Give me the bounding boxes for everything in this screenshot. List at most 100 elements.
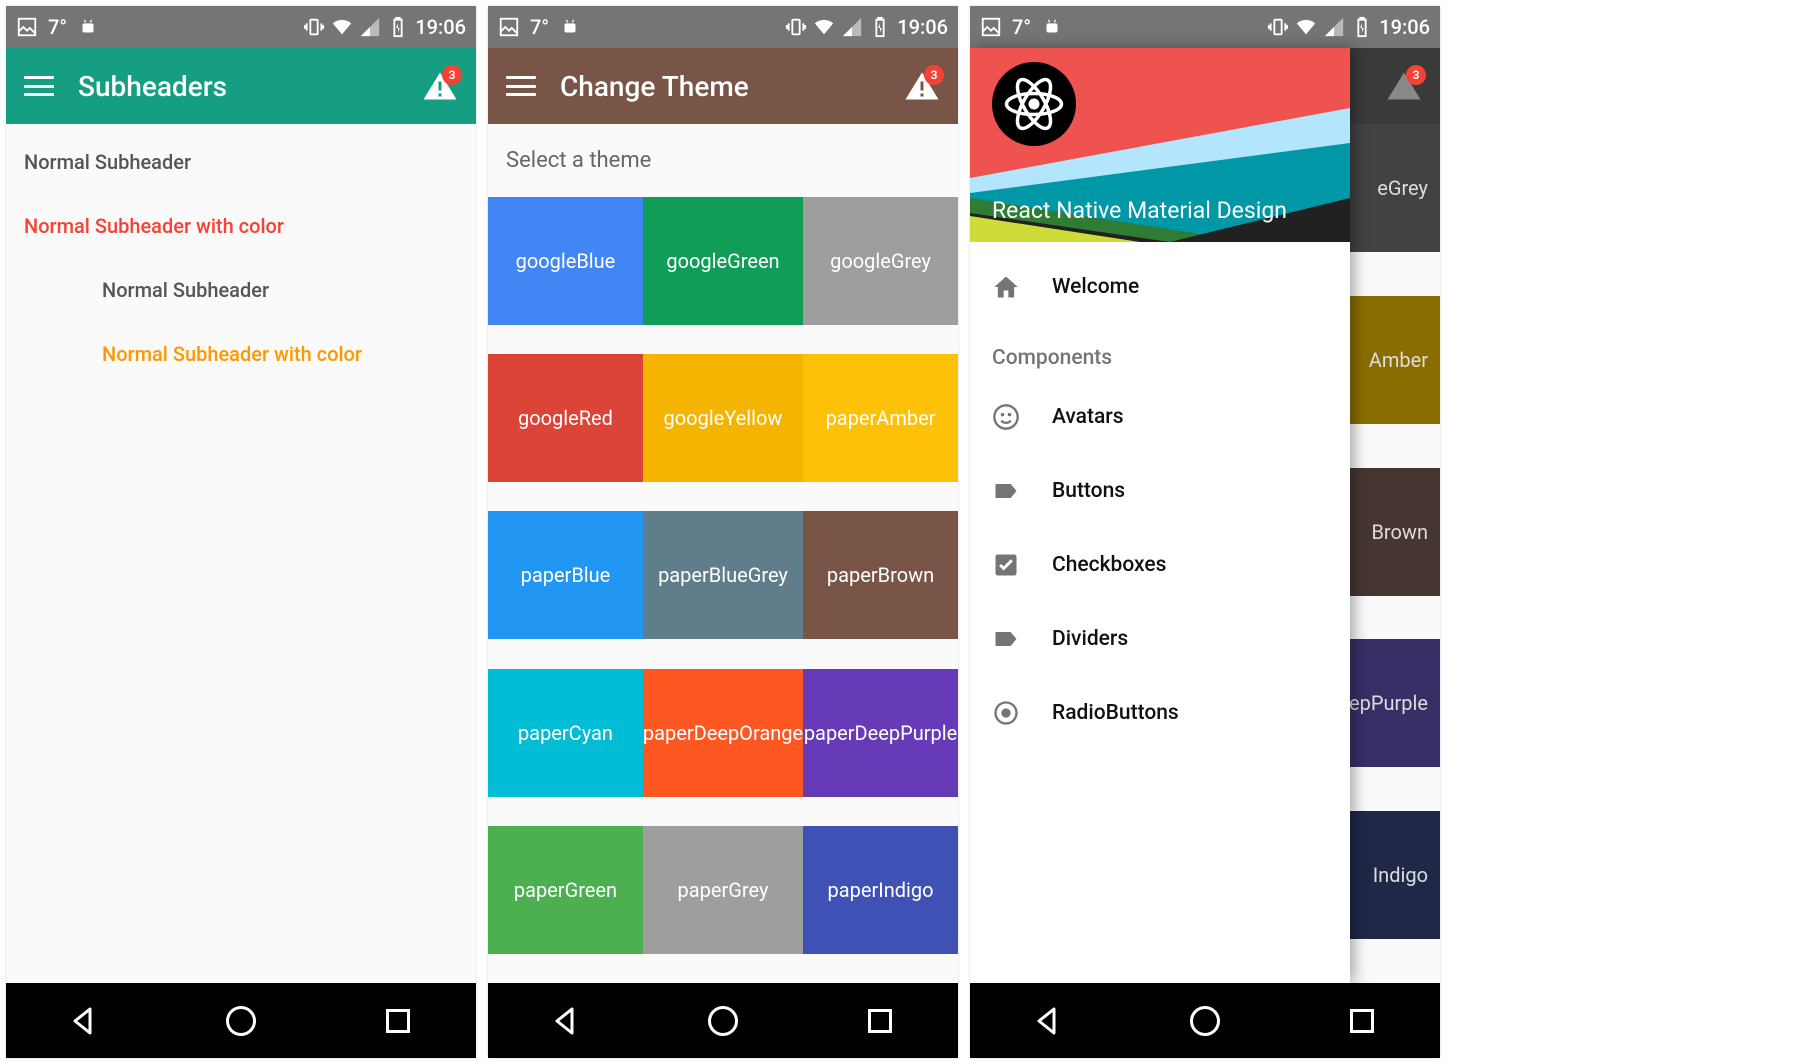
clock-label: 19:06 (1379, 15, 1430, 39)
screen-subheaders: 7° 19:06 Subheaders 3 Normal SubheaderNo… (6, 6, 476, 1058)
vibrate-icon (785, 16, 807, 38)
home-button[interactable] (1187, 1003, 1223, 1039)
theme-option-paperBlueGrey[interactable]: paperBlueGrey (643, 511, 803, 639)
theme-option-paperBrown[interactable]: paperBrown (803, 511, 958, 639)
theme-grid: googleBluegoogleGreengoogleGrey googleRed… (488, 197, 958, 983)
drawer-section-label: Components (970, 324, 1350, 380)
back-button[interactable] (66, 1003, 102, 1039)
picture-icon (498, 16, 520, 38)
navigation-drawer: React Native Material Design Welcome Com… (970, 48, 1350, 983)
theme-option-googleGrey[interactable]: googleGrey (803, 197, 958, 325)
subheader-item: Normal Subheader (6, 130, 476, 194)
theme-option-googleRed[interactable]: googleRed (488, 354, 643, 482)
screen-drawer: 7° 19:06 3 eGreyAmberBrownepPurpleIndigo (970, 6, 1440, 1058)
battery-icon (387, 16, 409, 38)
android-icon (77, 16, 99, 38)
drawer-title: React Native Material Design (992, 197, 1287, 224)
wifi-icon (331, 16, 353, 38)
badge-count: 3 (924, 65, 944, 85)
drawer-item-label: Dividers (1052, 627, 1128, 651)
status-bar: 7° 19:06 (6, 6, 476, 48)
warning-badge[interactable]: 3 (422, 71, 458, 101)
page-title: Change Theme (560, 70, 749, 103)
back-button[interactable] (1030, 1003, 1066, 1039)
temperature-label: 7° (1012, 15, 1031, 39)
subheader-list: Normal SubheaderNormal Subheader with co… (6, 124, 476, 392)
vibrate-icon (303, 16, 325, 38)
drawer-header: React Native Material Design (970, 48, 1350, 242)
recent-button[interactable] (862, 1003, 898, 1039)
battery-icon (1351, 16, 1373, 38)
drawer-item-radiobuttons[interactable]: RadioButtons (970, 676, 1350, 750)
drawer-item-avatars[interactable]: Avatars (970, 380, 1350, 454)
signal-icon (841, 16, 863, 38)
app-bar: Change Theme 3 (488, 48, 958, 124)
theme-option-googleGreen[interactable]: googleGreen (643, 197, 803, 325)
drawer-body: Welcome Components Avatars Buttons Checkbo… (970, 242, 1350, 758)
warning-badge: 3 (1386, 71, 1422, 101)
drawer-item-dividers[interactable]: Dividers (970, 602, 1350, 676)
theme-option-paperBlue[interactable]: paperBlue (488, 511, 643, 639)
temperature-label: 7° (530, 15, 549, 39)
drawer-item-label: RadioButtons (1052, 701, 1179, 725)
theme-option-paperCyan[interactable]: paperCyan (488, 669, 643, 797)
home-icon (992, 273, 1020, 301)
picture-icon (16, 16, 38, 38)
home-button[interactable] (223, 1003, 259, 1039)
signal-icon (1323, 16, 1345, 38)
theme-option-googleBlue[interactable]: googleBlue (488, 197, 643, 325)
picture-icon (980, 16, 1002, 38)
face-icon (992, 403, 1020, 431)
theme-option-paperDeepOrange[interactable]: paperDeepOrange (643, 669, 803, 797)
subheader-item: Normal Subheader with color (6, 322, 476, 386)
drawer-item-label: Buttons (1052, 479, 1125, 503)
theme-option-paperGreen[interactable]: paperGreen (488, 826, 643, 954)
theme-option-paperGrey[interactable]: paperGrey (643, 826, 803, 954)
atom-icon (1004, 74, 1064, 134)
wifi-icon (813, 16, 835, 38)
android-icon (559, 16, 581, 38)
android-icon (1041, 16, 1063, 38)
subheader-item: Normal Subheader with color (6, 194, 476, 258)
nav-bar (970, 983, 1440, 1058)
react-logo (992, 62, 1076, 146)
warning-badge[interactable]: 3 (904, 71, 940, 101)
wifi-icon (1295, 16, 1317, 38)
page-title: Subheaders (78, 70, 227, 103)
theme-option-paperAmber[interactable]: paperAmber (803, 354, 958, 482)
nav-bar (488, 983, 958, 1058)
nav-bar (6, 983, 476, 1058)
vibrate-icon (1267, 16, 1289, 38)
theme-option-paperIndigo[interactable]: paperIndigo (803, 826, 958, 954)
recent-button[interactable] (1344, 1003, 1380, 1039)
drawer-item-label: Welcome (1052, 275, 1139, 299)
subheader-item: Normal Subheader (6, 258, 476, 322)
drawer-item-buttons[interactable]: Buttons (970, 454, 1350, 528)
radio-icon (992, 699, 1020, 727)
label-icon (992, 625, 1020, 653)
clock-label: 19:06 (415, 15, 466, 39)
theme-option-googleYellow[interactable]: googleYellow (643, 354, 803, 482)
menu-icon[interactable] (506, 76, 536, 96)
back-button[interactable] (548, 1003, 584, 1039)
recent-button[interactable] (380, 1003, 416, 1039)
screen-change-theme: 7° 19:06 Change Theme 3 Select a theme g… (488, 6, 958, 1058)
drawer-item-checkboxes[interactable]: Checkboxes (970, 528, 1350, 602)
signal-icon (359, 16, 381, 38)
theme-option-paperDeepPurple[interactable]: paperDeepPurple (803, 669, 958, 797)
temperature-label: 7° (48, 15, 67, 39)
drawer-item-welcome[interactable]: Welcome (970, 250, 1350, 324)
checkbox-icon (992, 551, 1020, 579)
label-icon (992, 477, 1020, 505)
status-bar: 7° 19:06 (488, 6, 958, 48)
menu-icon[interactable] (24, 76, 54, 96)
battery-icon (869, 16, 891, 38)
app-bar: Subheaders 3 (6, 48, 476, 124)
badge-count: 3 (1406, 65, 1426, 85)
home-button[interactable] (705, 1003, 741, 1039)
drawer-item-label: Avatars (1052, 405, 1124, 429)
drawer-item-label: Checkboxes (1052, 553, 1166, 577)
clock-label: 19:06 (897, 15, 948, 39)
badge-count: 3 (442, 65, 462, 85)
status-bar: 7° 19:06 (970, 6, 1440, 48)
